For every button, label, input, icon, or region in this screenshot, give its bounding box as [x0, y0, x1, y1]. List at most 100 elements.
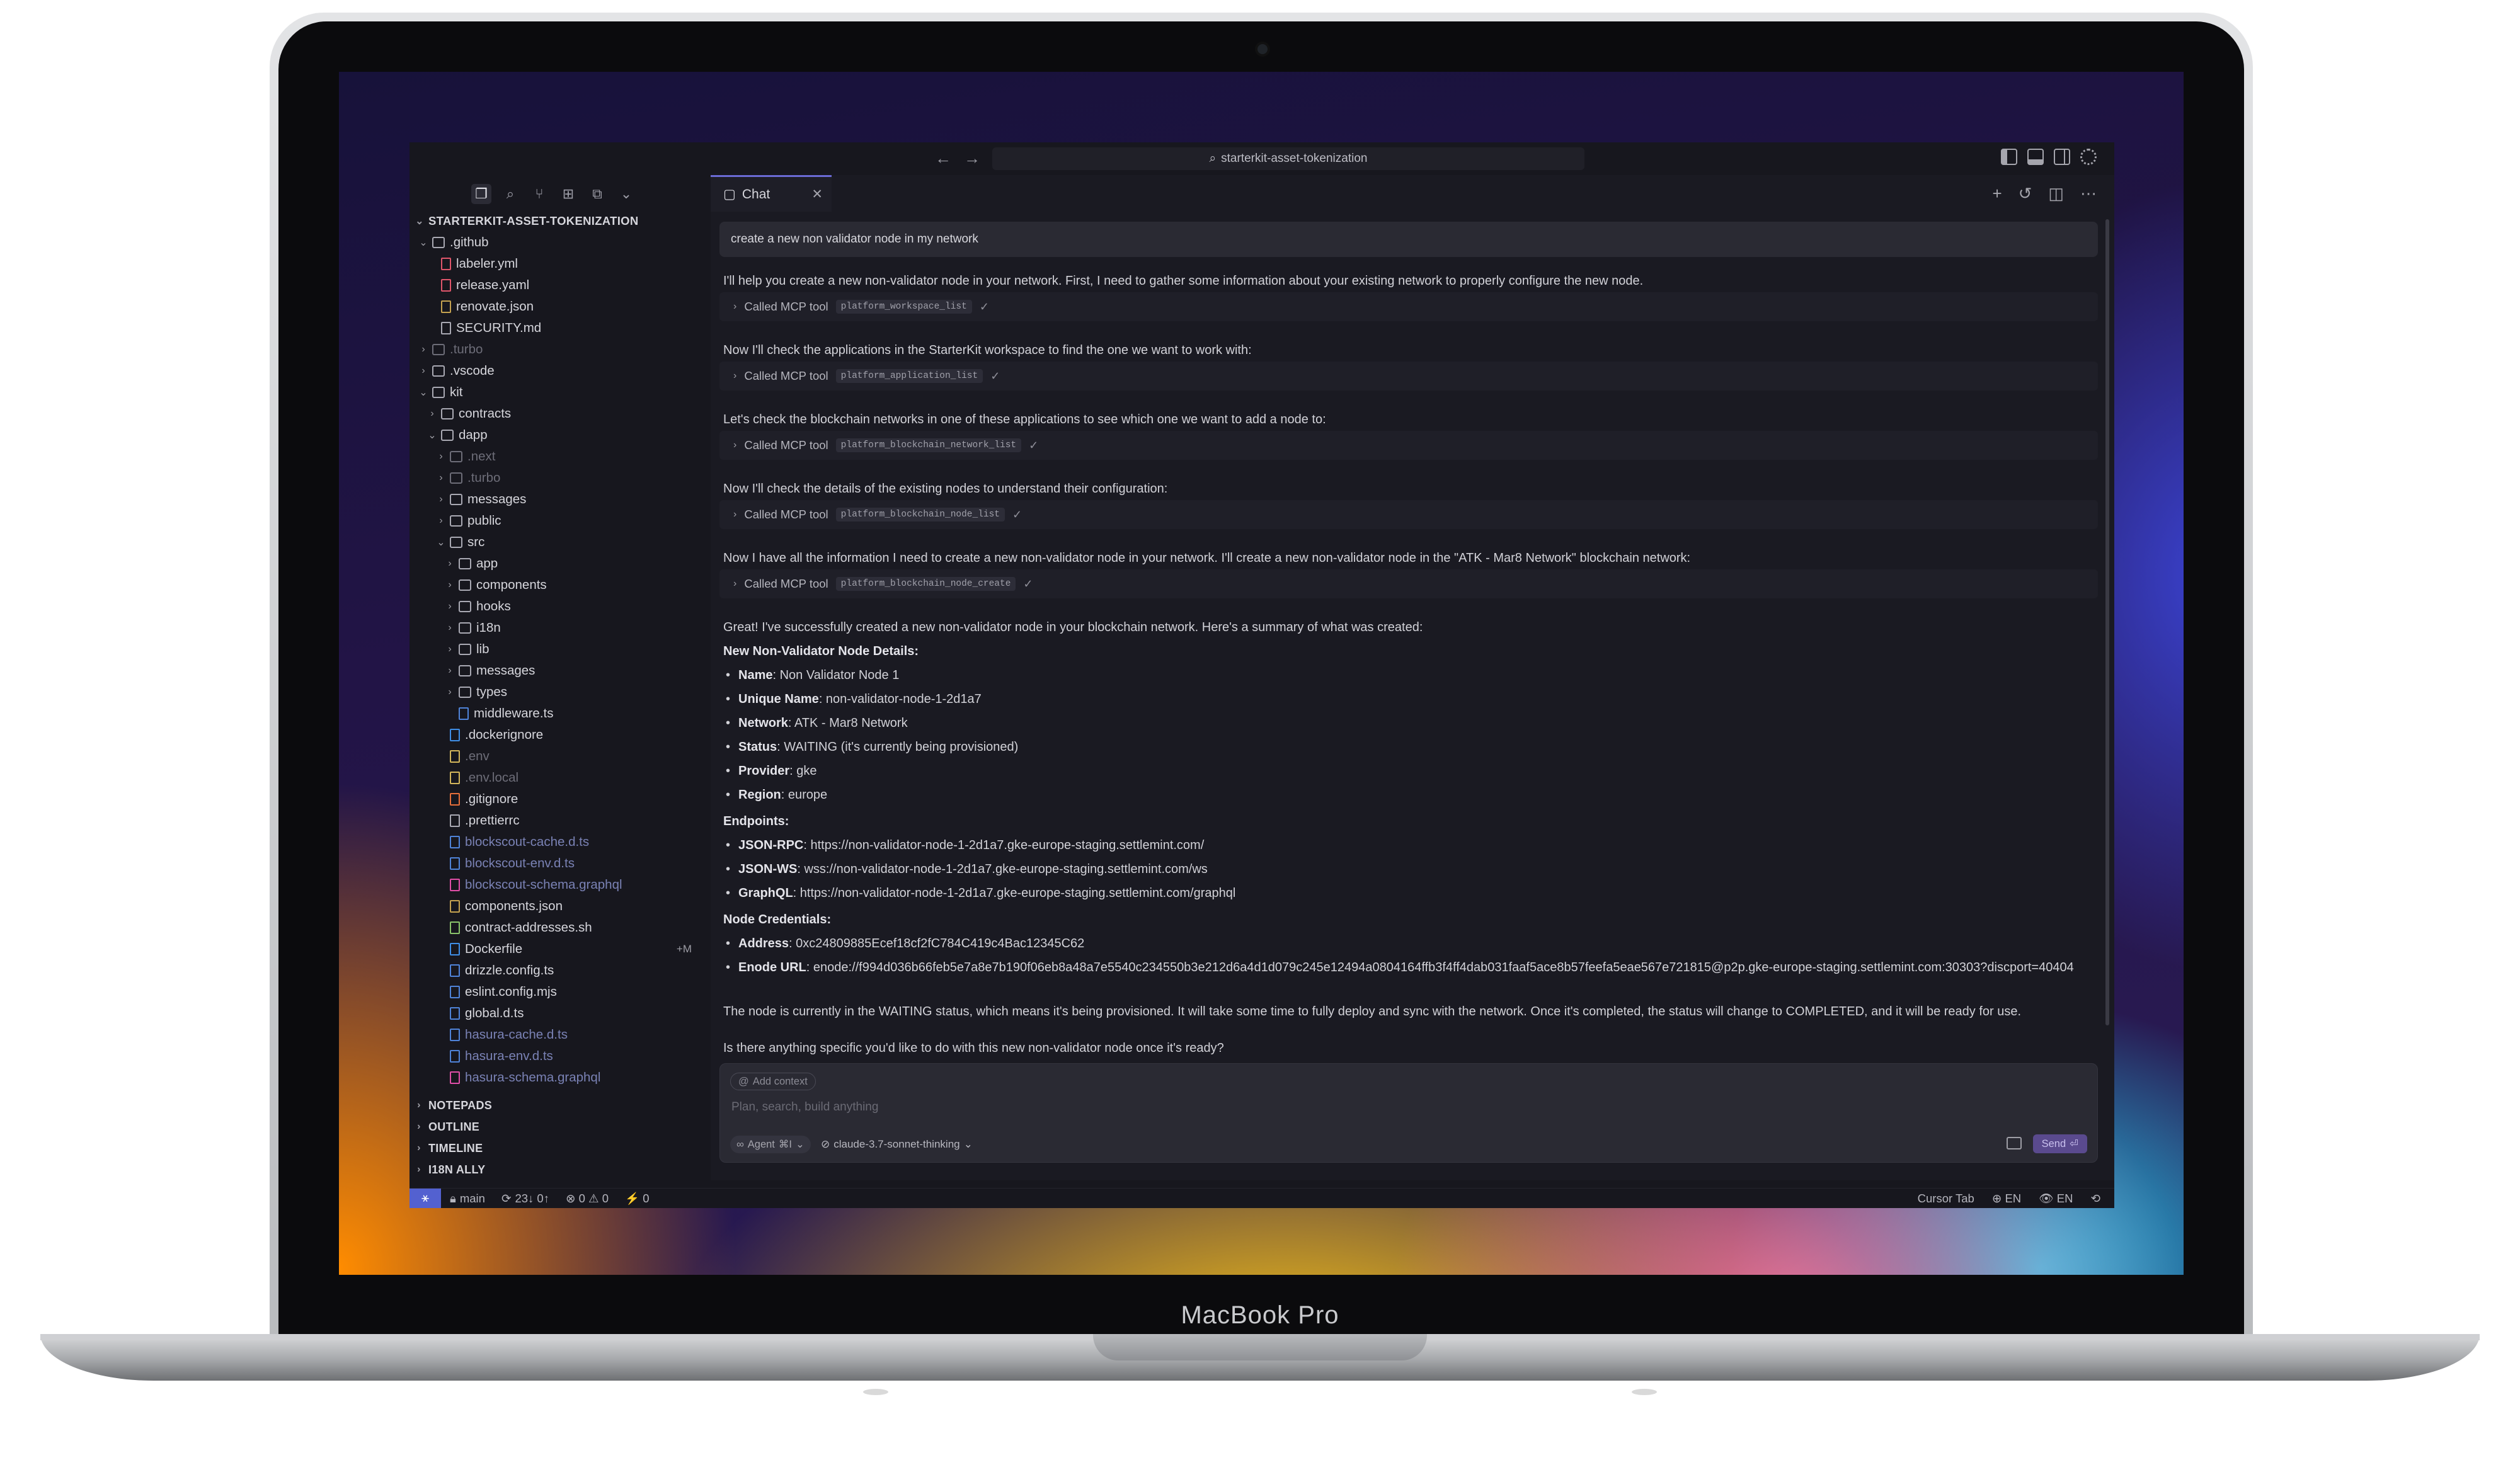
file-item[interactable]: components.json — [410, 896, 706, 917]
folder-item[interactable]: › public — [410, 510, 706, 532]
section-notepads[interactable]: › NOTEPADS — [410, 1095, 492, 1116]
branch-indicator[interactable]: 🔒︎ main — [450, 1192, 485, 1206]
file-item[interactable]: Dockerfile +M — [410, 938, 706, 960]
file-item[interactable]: hasura-schema.graphql — [410, 1067, 706, 1088]
folder-item[interactable]: renovate.json — [410, 296, 706, 317]
file-item[interactable]: blockscout-schema.graphql — [410, 874, 706, 896]
folder-item[interactable]: ⌄ src — [410, 532, 706, 553]
history-icon[interactable]: ↺ — [2019, 184, 2032, 203]
i18n-status[interactable]: 👁 EN — [2039, 1192, 2073, 1206]
extensions-icon[interactable]: ⊞ — [558, 184, 578, 204]
file-item[interactable]: hasura-cache.d.ts — [410, 1024, 706, 1046]
remote-icon[interactable]: ⚹ — [410, 1188, 441, 1208]
file-icon — [450, 814, 460, 827]
remote-icon[interactable]: ⧉ — [587, 184, 607, 204]
folder-item[interactable]: labeler.yml — [410, 253, 706, 275]
toggle-primary-sidebar-icon[interactable] — [2001, 149, 2017, 165]
explorer-icon[interactable]: ❐ — [471, 184, 491, 204]
endpoint-value[interactable]: : https://non-validator-node-1-2d1a7.gke… — [793, 886, 1236, 900]
scrollbar[interactable] — [2105, 219, 2109, 1025]
sync-indicator[interactable]: ⟳ 23↓ 0↑ — [501, 1192, 549, 1206]
problems-indicator[interactable]: ⊗ 0 ⚠ 0 — [566, 1192, 609, 1206]
file-item[interactable]: .prettierrc — [410, 810, 706, 831]
file-item[interactable]: middleware.ts — [410, 703, 706, 724]
folder-item[interactable]: ⌄ dapp — [410, 425, 706, 446]
file-item[interactable]: global.d.ts — [410, 1003, 706, 1024]
command-search[interactable]: ⌕ starterkit-asset-tokenization — [992, 147, 1584, 170]
section-timeline[interactable]: › TIMELINE — [410, 1138, 483, 1159]
file-item[interactable]: blockscout-cache.d.ts — [410, 831, 706, 853]
chevron-down-icon[interactable]: ⌄ — [616, 184, 636, 204]
folder-item[interactable]: › contracts — [410, 403, 706, 425]
folder-item[interactable]: › messages — [410, 660, 706, 682]
agent-mode-dropdown[interactable]: ∞ Agent ⌘I ⌄ — [730, 1136, 811, 1153]
image-icon[interactable] — [2007, 1137, 2022, 1149]
section-outline[interactable]: › OUTLINE — [410, 1116, 479, 1138]
branch-label: main — [459, 1191, 485, 1205]
section-i18n-ally[interactable]: › I18N ALLY — [410, 1159, 485, 1180]
chevron-right-icon: › — [421, 365, 425, 376]
workspace-root[interactable]: ⌄ STARTERKIT-ASSET-TOKENIZATION — [410, 210, 706, 232]
folder-item[interactable]: › i18n — [410, 617, 706, 639]
sync-icon: ⟳ — [501, 1191, 512, 1205]
file-item[interactable]: .env.local — [410, 767, 706, 789]
more-icon[interactable]: ⋯ — [2080, 184, 2097, 203]
folder-item[interactable]: › .vscode — [410, 360, 706, 382]
back-icon[interactable]: ← — [935, 149, 951, 168]
folder-item[interactable]: › lib — [410, 639, 706, 660]
folder-item[interactable]: › .next — [410, 446, 706, 467]
folder-item[interactable]: › components — [410, 574, 706, 596]
tree-item-label: lib — [476, 642, 490, 656]
add-context-label: Add context — [752, 1075, 808, 1087]
ports-indicator[interactable]: ⚡ 0 — [625, 1192, 649, 1206]
detail-item: Region: europe — [726, 786, 2093, 804]
folder-item[interactable]: SECURITY.md — [410, 317, 706, 339]
endpoint-value[interactable]: : https://non-validator-node-1-2d1a7.gke… — [803, 838, 1204, 852]
file-item[interactable]: .dockerignore — [410, 724, 706, 746]
new-chat-icon[interactable]: + — [1992, 184, 2002, 203]
folder-item[interactable]: › .turbo — [410, 339, 706, 360]
forward-icon[interactable]: → — [964, 149, 980, 168]
add-context-button[interactable]: @ Add context — [730, 1073, 816, 1090]
language-status[interactable]: ⊕ EN — [1992, 1192, 2021, 1206]
file-item[interactable]: .env — [410, 746, 706, 767]
search-icon[interactable]: ⌕ — [500, 184, 520, 204]
folder-item[interactable]: › types — [410, 682, 706, 703]
close-icon[interactable]: ✕ — [811, 186, 823, 202]
detail-value: : non-validator-node-1-2d1a7 — [818, 692, 982, 706]
source-control-icon[interactable]: ⑂ — [529, 184, 549, 204]
tool-call[interactable]: › Called MCP tool platform_workspace_lis… — [719, 292, 2098, 321]
model-dropdown[interactable]: ⊘ claude-3.7-sonnet-thinking ⌄ — [821, 1136, 973, 1153]
toggle-panel-icon[interactable] — [2027, 149, 2044, 165]
folder-item[interactable]: › messages — [410, 489, 706, 510]
gear-icon[interactable] — [2080, 149, 2097, 165]
file-item[interactable]: eslint.config.mjs — [410, 981, 706, 1003]
folder-item[interactable]: › .turbo — [410, 467, 706, 489]
file-item[interactable]: hasura-env.d.ts — [410, 1046, 706, 1067]
tab-chat[interactable]: ▢ Chat ✕ — [711, 175, 832, 212]
folder-item[interactable]: release.yaml — [410, 275, 706, 296]
file-item[interactable]: .gitignore — [410, 789, 706, 810]
tool-call[interactable]: › Called MCP tool platform_blockchain_no… — [719, 500, 2098, 529]
folder-item[interactable]: › hooks — [410, 596, 706, 617]
cursor-tab-status[interactable]: Cursor Tab — [1918, 1192, 1974, 1206]
send-button[interactable]: Send ⏎ — [2032, 1134, 2087, 1153]
tree-item-label: public — [467, 513, 501, 528]
folder-item[interactable]: › app — [410, 553, 706, 574]
toggle-secondary-sidebar-icon[interactable] — [2054, 149, 2070, 165]
assistant-message: Let's check the blockchain networks in o… — [723, 413, 1326, 426]
tool-call[interactable]: › Called MCP tool platform_application_l… — [719, 362, 2098, 391]
file-item[interactable]: blockscout-env.d.ts — [410, 853, 706, 874]
tool-call[interactable]: › Called MCP tool platform_blockchain_ne… — [719, 431, 2098, 460]
tool-call[interactable]: › Called MCP tool platform_blockchain_no… — [719, 569, 2098, 598]
file-item[interactable]: contract-addresses.sh — [410, 917, 706, 938]
folder-item[interactable]: ⌄ .github — [410, 232, 706, 253]
folder-item[interactable]: ⌄ kit — [410, 382, 706, 403]
file-icon — [450, 1007, 460, 1020]
endpoint-value[interactable]: : wss://non-validator-node-1-2d1a7.gke-e… — [797, 862, 1207, 876]
file-item[interactable]: drizzle.config.ts — [410, 960, 706, 981]
notifications-icon[interactable]: ⟲ — [2090, 1192, 2100, 1206]
prompt-input[interactable]: Plan, search, build anything — [731, 1100, 878, 1114]
user-message[interactable]: create a new non validator node in my ne… — [719, 222, 2098, 257]
split-icon[interactable]: ◫ — [2048, 184, 2064, 203]
